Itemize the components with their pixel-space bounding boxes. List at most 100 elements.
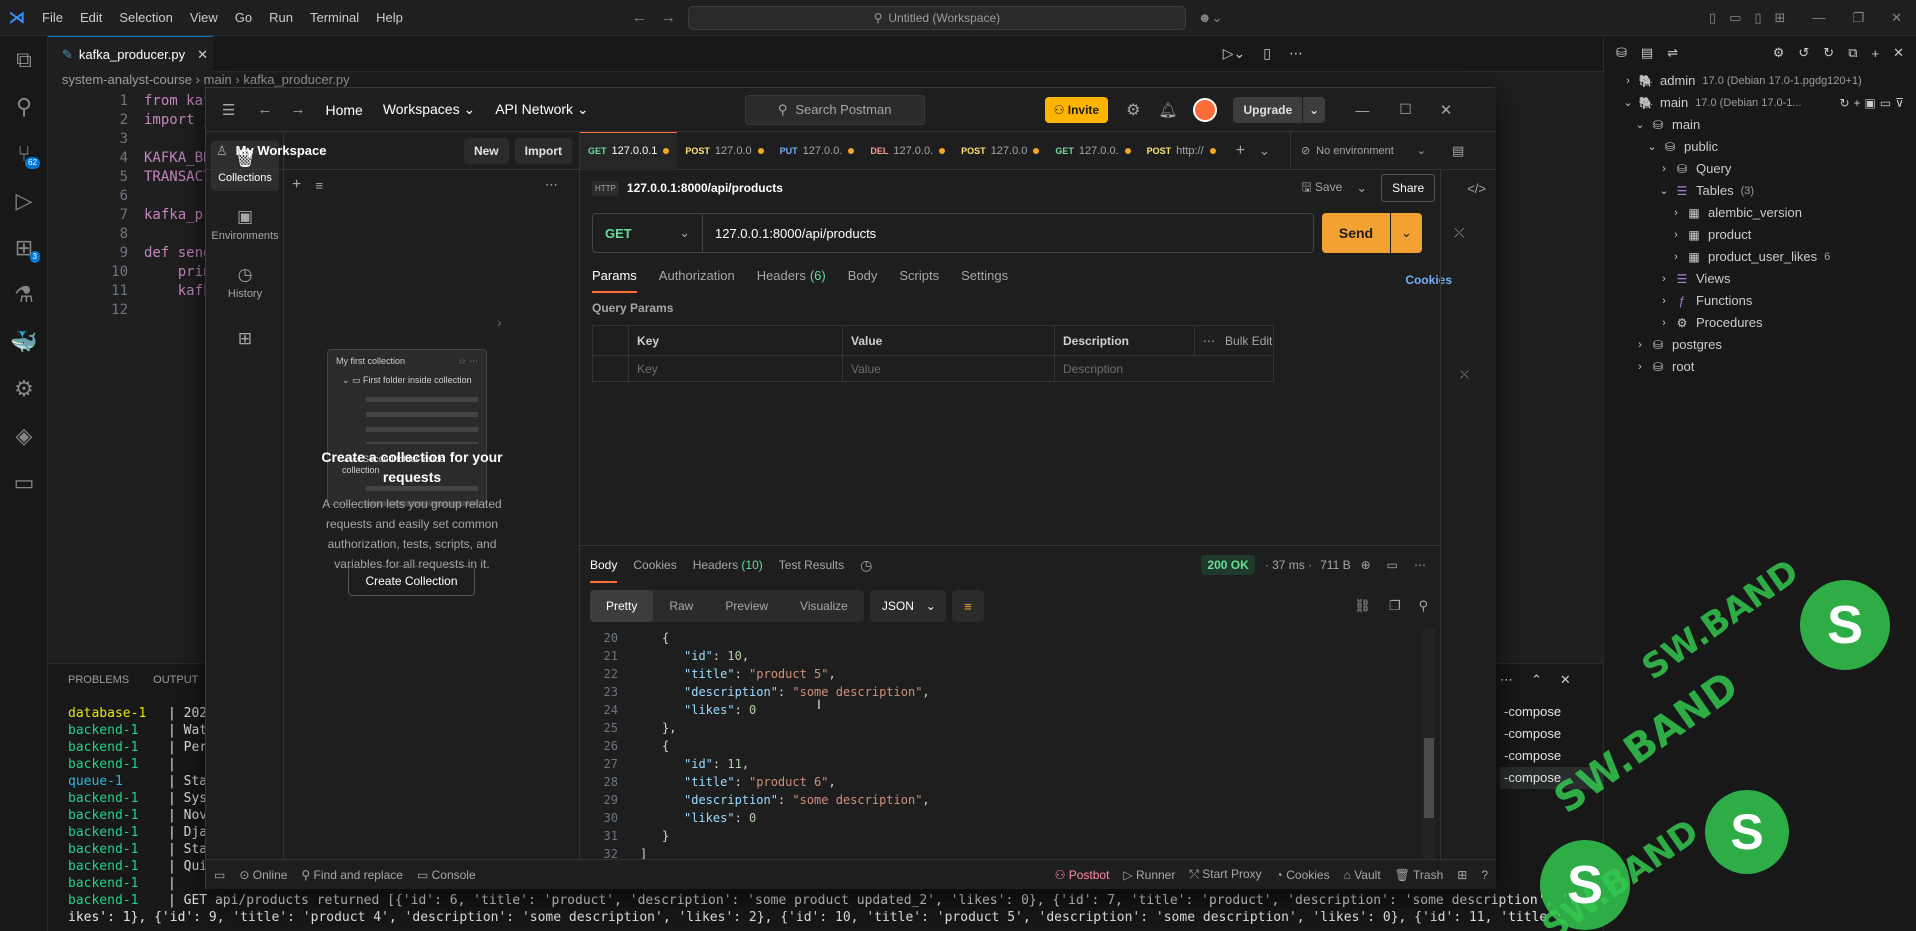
description-input[interactable]: Description (1055, 356, 1123, 381)
settings-icon[interactable]: ⚙ (1126, 100, 1140, 120)
upgrade-button[interactable]: Upgrade ⌄ (1233, 96, 1326, 123)
db-tree-item[interactable]: › 🐘 admin 17.0 (Debian 17.0-1.pgdg120+1) (1604, 70, 1916, 92)
tab-close-icon[interactable]: ✕ (197, 47, 208, 63)
command-center[interactable]: ⚲ Untitled (Workspace) (687, 5, 1186, 30)
view-tab-visualize[interactable]: Visualize (784, 590, 864, 622)
res-tab-headers[interactable]: Headers (10) (693, 558, 763, 572)
request-tab[interactable]: GET 127.0.0.1 (580, 131, 678, 170)
send-button[interactable]: Send (1322, 213, 1390, 253)
extensions-icon[interactable]: ⊞ 3 (0, 224, 48, 271)
avatar[interactable] (1193, 97, 1218, 122)
key-input[interactable]: Key (629, 356, 843, 381)
chevron-right-icon[interactable]: › (1632, 356, 1648, 378)
chevron-right-icon[interactable]: › (1668, 246, 1684, 268)
copilot-icon[interactable]: ☻⌄ (1198, 10, 1223, 26)
view-tab-raw[interactable]: Raw (653, 590, 709, 622)
back-arrow-icon[interactable]: ← (632, 9, 647, 26)
request-tab[interactable]: GET 127.0.0. (1047, 132, 1138, 170)
menu-go[interactable]: Go (235, 10, 252, 25)
db-toolbar[interactable]: ⛁ ▤ ⇌ ⚙ ↺ ↻ ⧉ + ✕ (1604, 36, 1916, 70)
filter-icon[interactable]: ≡ (315, 178, 323, 193)
vault[interactable]: ⌂ Vault (1344, 868, 1381, 882)
runner[interactable]: ▷ Runner (1123, 868, 1175, 882)
remote-icon[interactable]: ▭ (0, 459, 48, 506)
res-tab-tests[interactable]: Test Results (779, 558, 844, 572)
history-icon[interactable]: ◷ (860, 557, 872, 574)
find-replace[interactable]: ⚲ Find and replace (301, 868, 403, 882)
window-controls[interactable]: ▯ ▭ ▯ ⊞ — ❐ ✕ (1709, 10, 1902, 26)
db-tree-item[interactable]: ⌄ ⛁ main (1604, 114, 1916, 136)
menu-file[interactable]: File (42, 10, 63, 25)
search-icon[interactable]: ⚲ (1418, 598, 1428, 614)
save-example-icon[interactable]: ▭ (1387, 558, 1398, 572)
menu-help[interactable]: Help (376, 10, 403, 25)
add-icon[interactable]: + (1872, 46, 1880, 61)
send-button-group[interactable]: Send ⌄ (1322, 213, 1422, 253)
request-title[interactable]: 127.0.0.1:8000/api/products (627, 181, 783, 195)
scrollbar-thumb[interactable] (1424, 738, 1434, 818)
request-tab[interactable]: POST http:// (1139, 132, 1224, 170)
res-tab-cookies[interactable]: Cookies (633, 558, 676, 572)
source-control-icon[interactable]: ⑂ 62 (0, 130, 48, 177)
url-input[interactable]: 127.0.0.1:8000/api/products (715, 226, 876, 241)
database-icon[interactable]: ⛁ (1616, 45, 1627, 61)
nav-home[interactable]: Home (325, 102, 362, 118)
globe-icon[interactable]: ⊕ (1361, 558, 1371, 572)
view-tab-preview[interactable]: Preview (709, 590, 784, 622)
db-tree-item[interactable]: ⌄ ☰ Tables (3) (1604, 180, 1916, 202)
chevron-down-icon[interactable]: ⌄ (1259, 143, 1270, 159)
response-body[interactable]: 20 {21 "id": 10, 22 "title": "product 5", 23 "… (580, 629, 1405, 862)
db-tree-item[interactable]: ⌄ 🐘 main 17.0 (Debian 17.0-1... ↻+▣▭⊽ (1604, 92, 1916, 114)
layout-custom-icon[interactable]: ⊞ (1775, 10, 1786, 26)
breadcrumb-item[interactable]: main (204, 72, 232, 87)
maximize-icon[interactable]: ☐ (1399, 101, 1412, 118)
menu-bar[interactable]: File Edit Selection View Go Run Terminal Help (42, 10, 420, 25)
chevron-down-icon[interactable]: ⌄ (1644, 136, 1660, 158)
db-tree-item[interactable]: › ⚙ Procedures (1604, 312, 1916, 334)
db-tree-item[interactable]: › ▦ alembic_version (1604, 202, 1916, 224)
db-tree-item[interactable]: › ☰ Views (1604, 268, 1916, 290)
status-badge[interactable]: 200 OK (1201, 555, 1255, 575)
trash[interactable]: 🗑︎ Trash (1395, 868, 1444, 882)
minimize-icon[interactable]: — (1355, 102, 1369, 118)
nav-workspaces[interactable]: Workspaces ⌄ (383, 101, 475, 118)
row-checkbox[interactable] (593, 356, 629, 381)
chevron-right-icon[interactable]: › (1632, 334, 1648, 356)
chevron-right-icon[interactable]: › (1656, 268, 1672, 290)
chevron-down-icon[interactable]: ⌄ (1356, 180, 1367, 196)
search-postman[interactable]: ⚲ Search Postman (744, 94, 925, 125)
db-tree-item[interactable]: › ⛁ Query (1604, 158, 1916, 180)
layers-icon[interactable]: ◈ (0, 412, 48, 459)
testing-icon[interactable]: ⚗ (0, 271, 48, 318)
maximize-icon[interactable]: ⌃ (1531, 672, 1542, 688)
breadcrumb-item[interactable]: system-analyst-course (62, 72, 192, 87)
req-tab-settings[interactable]: Settings (961, 268, 1008, 293)
link-icon[interactable]: ⛓ (1354, 598, 1371, 614)
upgrade-label[interactable]: Upgrade (1233, 96, 1303, 123)
layout-secondary-icon[interactable]: ▯ (1754, 10, 1761, 26)
chevron-right-icon[interactable]: › (1656, 290, 1672, 312)
res-tab-body[interactable]: Body (590, 548, 618, 583)
chevron-down-icon[interactable]: ⌄ (1620, 92, 1636, 114)
response-size[interactable]: 711 B (1320, 558, 1350, 572)
docker-icon[interactable]: 🐳 (0, 318, 48, 365)
related-icon[interactable]: ⤬ (1454, 225, 1464, 241)
db-tree-item[interactable]: › ⛁ root (1604, 356, 1916, 378)
new-tab-icon[interactable]: + (1236, 142, 1245, 160)
request-tab[interactable]: DEL 127.0.0. (862, 132, 953, 170)
run-debug-icon[interactable]: ▷ (0, 177, 48, 224)
environment-quicklook-icon[interactable]: ▤ (1452, 143, 1464, 159)
layout-panel-icon[interactable]: ▭ (1729, 10, 1741, 26)
request-tab[interactable]: POST 127.0.0 (677, 132, 771, 170)
hamburger-icon[interactable]: ☰ (222, 101, 235, 119)
sql-icon[interactable]: ▤ (1641, 45, 1653, 61)
chevron-right-icon[interactable]: › (1656, 312, 1672, 334)
req-tab-scripts[interactable]: Scripts (899, 268, 939, 293)
invite-button[interactable]: ⚇ Invite (1044, 96, 1109, 123)
more-icon[interactable]: ⋯ (1500, 672, 1513, 688)
postbot[interactable]: ⚇ Postbot (1055, 868, 1110, 882)
close-icon[interactable]: ✕ (1891, 10, 1902, 26)
menu-run[interactable]: Run (269, 10, 293, 25)
run-icon[interactable]: ▷⌄ (1223, 45, 1246, 62)
sidenav-configure[interactable]: ⊞ (211, 315, 279, 365)
